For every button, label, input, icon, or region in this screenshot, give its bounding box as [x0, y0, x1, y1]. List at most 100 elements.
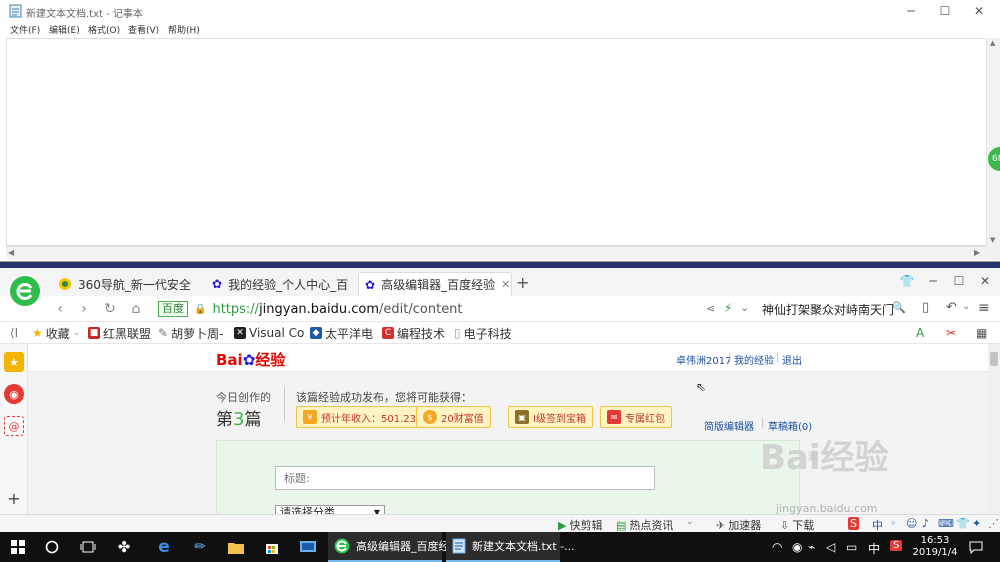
- system-clock[interactable]: 16:53 2019/1/4: [910, 535, 960, 559]
- 360-browser-logo[interactable]: [8, 274, 42, 308]
- close-button[interactable]: ✕: [962, 0, 996, 22]
- windows-taskbar: ✤ e ✏ 高级编辑器_百度经... 新建文本文档.txt -... ◠ ◉ ⌁…: [0, 532, 1000, 562]
- menu-format[interactable]: 格式(O): [88, 23, 120, 36]
- notepad-vertical-scrollbar[interactable]: ▲ ▼: [986, 38, 1000, 246]
- ime-mode-label[interactable]: 中: [872, 517, 883, 533]
- resize-grip-icon[interactable]: ⋰: [988, 517, 999, 530]
- scroll-right-icon[interactable]: ▶: [974, 248, 980, 257]
- tab-advanced-editor[interactable]: ✿ 高级编辑器_百度经验 ✕: [358, 272, 512, 296]
- keyboard-icon[interactable]: ⌨: [938, 517, 954, 530]
- emoji-icon[interactable]: ☺: [906, 517, 917, 530]
- taskbar-app-pen[interactable]: ✏: [190, 537, 210, 557]
- title-input[interactable]: [275, 466, 655, 490]
- back-button[interactable]: ‹: [50, 300, 70, 318]
- cortana-button[interactable]: [42, 537, 62, 557]
- menu-view[interactable]: 查看(V): [128, 23, 159, 36]
- tools-icon[interactable]: ✦: [972, 517, 981, 530]
- notepad-titlebar[interactable]: 新建文本文档.txt - 记事本 ─ ☐ ✕: [0, 0, 1000, 22]
- shirt-icon[interactable]: 👕: [956, 517, 970, 530]
- share-icon[interactable]: ⋖: [706, 302, 715, 315]
- taskbar-app-store[interactable]: [262, 537, 282, 557]
- add-sidebar-button[interactable]: +: [4, 488, 24, 508]
- my-experience-link[interactable]: 我的经验: [734, 352, 774, 367]
- new-tab-button[interactable]: +: [516, 273, 529, 292]
- bookmark-item[interactable]: ◆ 太平洋电: [310, 325, 373, 341]
- taskbar-app-explorer[interactable]: [226, 537, 246, 557]
- minimize-button[interactable]: ─: [894, 0, 928, 22]
- page-vertical-scrollbar[interactable]: [988, 344, 1000, 514]
- logout-link[interactable]: 退出: [782, 352, 802, 367]
- bookmark-label: Visual Co: [249, 326, 305, 340]
- ime-language-indicator[interactable]: 中: [868, 540, 880, 557]
- download-button[interactable]: ⇩ 下载: [780, 517, 814, 533]
- maximize-button[interactable]: ☐: [928, 0, 962, 22]
- menu-edit[interactable]: 编辑(E): [49, 23, 80, 36]
- task-view-button[interactable]: [78, 537, 98, 557]
- volume-icon[interactable]: ◁: [826, 540, 835, 554]
- taskbar-window-notepad[interactable]: 新建文本文档.txt -...: [446, 532, 575, 562]
- notepad-horizontal-scrollbar[interactable]: ◀ ▶: [6, 246, 986, 260]
- status-menu[interactable]: ⌄: [686, 517, 694, 527]
- network-icon[interactable]: ⌁: [808, 540, 815, 554]
- quick-clip-button[interactable]: ▶ 快剪辑: [558, 517, 602, 533]
- bookmark-item[interactable]: ✎ 胡萝卜周-: [158, 325, 223, 341]
- browser-close-button[interactable]: ✕: [968, 268, 1000, 294]
- notepad-text-area[interactable]: [6, 38, 986, 246]
- simple-editor-link[interactable]: 简版编辑器: [704, 418, 754, 433]
- hot-news-button[interactable]: ▤ 热点资讯: [616, 517, 673, 533]
- tab-close-icon[interactable]: ✕: [501, 278, 510, 291]
- accelerator-button[interactable]: ✈ 加速器: [716, 517, 761, 533]
- mail-icon[interactable]: @: [4, 416, 24, 436]
- category-select[interactable]: 请选择分类 ▼: [275, 505, 385, 514]
- bookmark-item[interactable]: ✕ Visual Co: [234, 325, 304, 341]
- category-select-value: 请选择分类: [280, 506, 335, 514]
- scroll-left-icon[interactable]: ◀: [8, 248, 14, 257]
- address-bar[interactable]: 百度 🔒 https://jingyan.baidu.com/edit/cont…: [158, 298, 758, 320]
- punctuation-icon[interactable]: ◦: [890, 517, 897, 530]
- sidebar-toggle-icon[interactable]: ⟨I: [10, 325, 18, 341]
- bookmark-item[interactable]: ■ 红黑联盟: [88, 325, 151, 341]
- scrollbar-thumb[interactable]: [990, 352, 998, 366]
- mobile-icon[interactable]: ▯: [922, 300, 929, 315]
- scissors-icon[interactable]: ✂: [946, 325, 956, 341]
- editor-panel: 请选择分类 ▼: [216, 440, 800, 514]
- apps-grid-icon[interactable]: ▦: [976, 325, 987, 341]
- battery-icon[interactable]: ▭: [846, 540, 857, 554]
- wifi-icon[interactable]: ◠: [772, 540, 782, 554]
- forward-button[interactable]: ›: [74, 300, 94, 318]
- menu-file[interactable]: 文件(F): [10, 23, 40, 36]
- bookmark-favorites[interactable]: ★ 收藏 ⌄: [32, 325, 80, 341]
- user-link[interactable]: 卓伟洲2017: [676, 352, 731, 367]
- tab-360-nav[interactable]: 360导航_新一代安全: [52, 272, 197, 296]
- translate-icon[interactable]: A: [916, 325, 924, 341]
- reload-button[interactable]: ↻: [100, 300, 120, 318]
- scroll-up-icon[interactable]: ▲: [990, 39, 995, 47]
- menu-help[interactable]: 帮助(H): [168, 23, 200, 36]
- eye-icon[interactable]: ◉: [792, 540, 802, 554]
- home-button[interactable]: ⌂: [126, 300, 146, 318]
- bookmark-item[interactable]: C 编程技术: [382, 325, 445, 341]
- weibo-icon[interactable]: ◉: [4, 384, 24, 404]
- action-center-button[interactable]: [966, 537, 986, 557]
- tab-my-experience[interactable]: ✿ 我的经验_个人中心_百: [206, 272, 354, 296]
- favorites-star-icon[interactable]: ★: [4, 352, 24, 372]
- menu-icon[interactable]: ≡: [978, 300, 990, 316]
- browser-status-bar: ▶ 快剪辑 ▤ 热点资讯 ⌄ ✈ 加速器 ⇩ 下载 S 中 ◦ ☺ ♪ ⌨ 👕 …: [0, 514, 1000, 532]
- start-button[interactable]: [8, 537, 28, 557]
- search-icon[interactable]: 🔍: [892, 301, 906, 314]
- baidu-jingyan-logo[interactable]: Bai✿经验: [216, 349, 285, 370]
- sogou-tray-icon[interactable]: S: [890, 540, 903, 551]
- scroll-down-icon[interactable]: ▼: [990, 236, 995, 244]
- bookmark-item[interactable]: ▯ 电子科技: [454, 325, 512, 341]
- taskbar-app-pinwheel[interactable]: ✤: [114, 537, 134, 557]
- speed-mode-icon[interactable]: ⚡: [724, 301, 732, 315]
- undo-dropdown-icon[interactable]: ⌄: [962, 301, 970, 312]
- microphone-icon[interactable]: ♪: [922, 517, 929, 530]
- taskbar-app-edge[interactable]: e: [154, 537, 174, 557]
- taskbar-app-screen[interactable]: [298, 537, 318, 557]
- chevron-down-icon[interactable]: ⌄: [740, 301, 749, 314]
- undo-icon[interactable]: ↶: [946, 300, 957, 315]
- search-field[interactable]: 神仙打架聚众对峙南天门: [762, 299, 912, 319]
- sogou-ime-icon[interactable]: S: [848, 517, 859, 530]
- taskbar-window-browser[interactable]: 高级编辑器_百度经...: [328, 532, 460, 562]
